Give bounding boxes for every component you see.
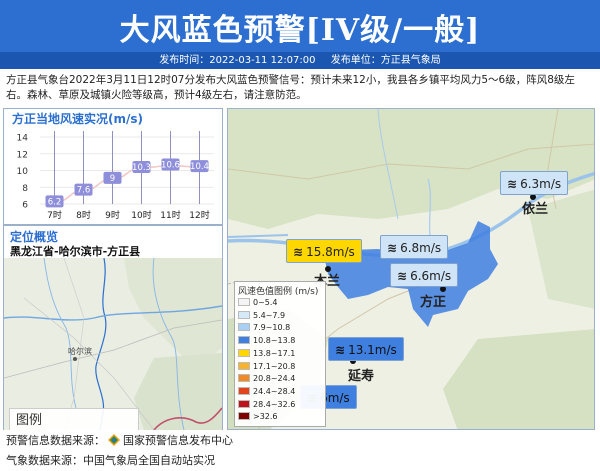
publish-unit: 发布单位：方正县气象局 [330, 55, 441, 66]
wind-legend-row: 10.8~13.8 [238, 336, 295, 347]
legend-label: 10.8~13.8 [253, 336, 296, 346]
legend-label: 17.1~20.8 [253, 361, 296, 371]
wind-legend-row: 7.9~10.8 [238, 323, 290, 334]
legend-label: 28.4~32.6 [253, 399, 296, 409]
wind-speed-legend: 风速色值图例 (m/s) 0~5.4 5.4~7.9 7.9~10.8 10.8~13… [234, 281, 326, 427]
wind-value: 6.8m/s [400, 241, 442, 255]
legend-swatch [238, 399, 250, 408]
warning-source-label: 预警信息数据来源： [6, 434, 105, 447]
warning-header: 大风蓝色预警[IV级/一般] [0, 0, 600, 52]
weather-source-line: 气象数据来源：中国气象局全国自动站实况 [6, 454, 215, 467]
wind-label-tonghe[interactable]: ≋ 6.8m/s [380, 235, 449, 259]
wind-legend-row: 13.8~17.1 [238, 348, 296, 360]
y-tick-label: 12 [17, 150, 28, 160]
data-label: 7.6 [77, 186, 91, 196]
wind-speed-panel: 方正当地风速实况(m/s) 6 8 10 12 14 6.2 7时 7.6 8时 9 9时 10.3 1… [3, 108, 223, 225]
wind-icon: ≋ [387, 241, 398, 255]
mini-map-city-harbin: 哈尔滨 [68, 346, 92, 356]
warning-description: 方正县气象台2022年3月11日12时07分发布大风蓝色预警信号：预计未来12小… [6, 74, 575, 101]
wind-icon: ≋ [397, 269, 408, 283]
page-title: 大风蓝色预警[IV级/一般] [119, 13, 481, 48]
legend-label: 13.8~17.1 [253, 348, 296, 358]
legend-swatch [238, 412, 250, 421]
y-tick-label: 14 [17, 134, 29, 144]
x-tick-label: 8时 [76, 209, 91, 221]
legend-swatch [238, 298, 250, 306]
wind-legend-row: 28.4~32.6 [238, 399, 296, 411]
legend-label: 7.9~10.8 [253, 323, 291, 333]
mini-map-legend: 图例 国界 省界 [9, 408, 139, 430]
wind-icon: ≋ [507, 177, 518, 191]
legend-label: 5.4~7.9 [253, 310, 286, 320]
data-label: 10.4 [190, 162, 209, 172]
data-label: 9 [110, 174, 115, 184]
x-tick-label: 7时 [47, 209, 62, 221]
warning-source-name: 国家预警信息发布中心 [123, 434, 233, 447]
wind-legend-row: 5.4~7.9 [238, 310, 286, 322]
x-tick-label: 12时 [189, 209, 209, 221]
wind-icon: ≋ [293, 245, 304, 259]
data-label: 10.6 [161, 160, 180, 170]
legend-swatch [238, 348, 250, 357]
wind-label-yanshou-north[interactable]: ≋ 13.1m/s [328, 337, 404, 361]
x-tick-label: 9时 [105, 209, 120, 221]
legend-label: >32.6 [253, 412, 278, 422]
wind-legend-row: 24.4~28.4 [238, 386, 296, 398]
place-yilan: 依兰 [522, 201, 548, 217]
wind-legend-title: 风速色值图例 (m/s) [238, 287, 319, 297]
y-tick-label: 6 [22, 201, 28, 211]
y-tick-label: 8 [22, 184, 28, 194]
wind-label-yilan[interactable]: ≋ 6.3m/s [500, 171, 569, 195]
location-mini-map[interactable]: 哈尔滨 图例 国界 省界 [4, 258, 222, 430]
wind-speed-chart: 方正当地风速实况(m/s) 6 8 10 12 14 6.2 7时 7.6 8时 9 9时 10.3 1… [12, 111, 214, 221]
legend-swatch [238, 310, 250, 319]
wind-legend-row: 0~5.4 [238, 298, 278, 309]
mini-legend-title: 图例 [16, 413, 43, 428]
data-label: 6.2 [48, 197, 62, 207]
release-center-logo-icon [108, 434, 120, 446]
x-tick-label: 10时 [131, 209, 151, 221]
warning-source-line: 预警信息数据来源： 国家预警信息发布中心 [6, 432, 233, 448]
legend-label: 0~5.4 [253, 298, 278, 307]
publish-time: 发布时间：2022-03-11 12:07:00 [159, 55, 316, 66]
wind-label-fangzheng[interactable]: ≋ 6.6m/s [390, 263, 459, 287]
wind-value: 6.6m/s [410, 269, 452, 283]
y-tick-label: 10 [17, 167, 29, 177]
wind-icon: ≋ [335, 343, 346, 357]
wind-legend-row: 17.1~20.8 [238, 361, 296, 373]
location-overview-panel: 定位概览 黑龙江省-哈尔滨市-方正县 哈尔滨 图例 [3, 225, 223, 430]
legend-swatch [238, 323, 250, 332]
wind-value: 15.8m/s [306, 245, 355, 259]
mini-map-graphic: 哈尔滨 [4, 258, 222, 430]
wind-legend-row: >32.6 [238, 412, 278, 423]
x-tick-label: 11时 [160, 209, 180, 221]
publish-info-bar: 发布时间：2022-03-11 12:07:00 发布单位：方正县气象局 [0, 52, 600, 69]
legend-label: 20.8~24.4 [253, 374, 296, 384]
wind-legend-row: 20.8~24.4 [238, 374, 295, 385]
place-fangzheng: 方正 [420, 294, 446, 310]
location-path: 黑龙江省-哈尔滨市-方正县 [10, 245, 141, 258]
data-label: 10.3 [132, 163, 151, 173]
legend-label: 24.4~28.4 [253, 386, 296, 396]
county-wind-map[interactable]: 木兰 通河 方正 依兰 延寿 ≋15.8m/s ≋6.8m/s ≋6.6m/s … [227, 108, 595, 430]
legend-swatch [238, 386, 250, 395]
wind-label-mulan[interactable]: ≋ 15.8m/s [286, 239, 362, 263]
place-yanshou: 延寿 [347, 368, 374, 384]
chart-title: 方正当地风速实况(m/s) [12, 111, 143, 126]
wind-value: 13.1m/s [348, 343, 397, 357]
legend-swatch [238, 361, 250, 370]
legend-swatch [238, 336, 250, 345]
wind-value: 6.3m/s [520, 177, 562, 191]
legend-swatch [238, 374, 250, 383]
